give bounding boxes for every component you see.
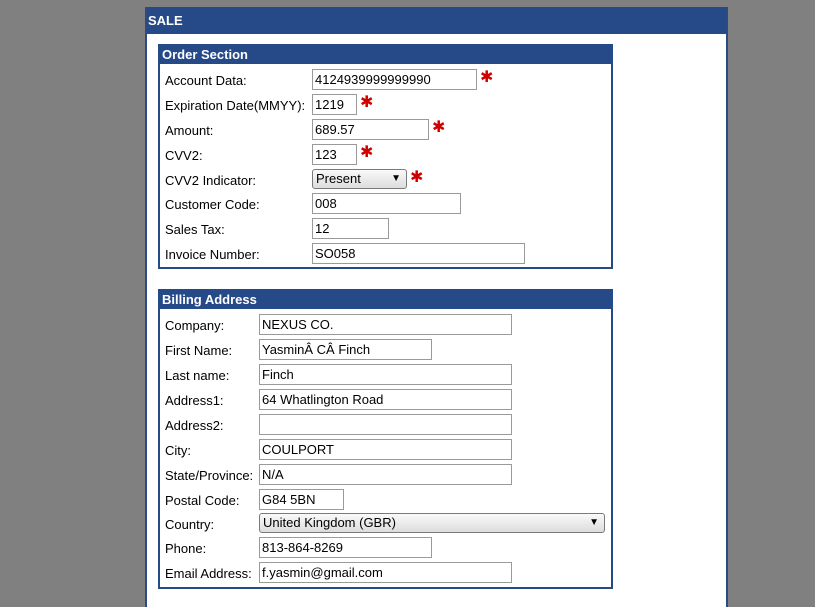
- cvv2-indicator-value: Present: [316, 171, 361, 186]
- row-phone: Phone:: [160, 537, 611, 559]
- order-section: Order Section Account Data: ✱ Expiration…: [158, 44, 613, 269]
- row-amount: Amount: ✱: [160, 119, 611, 141]
- sales-tax-label: Sales Tax:: [165, 222, 225, 237]
- address2-input[interactable]: [259, 414, 512, 435]
- postal-code-label: Postal Code:: [165, 493, 240, 508]
- phone-input[interactable]: [259, 537, 432, 558]
- phone-label: Phone:: [165, 541, 207, 556]
- row-invoice-number: Invoice Number:: [160, 243, 611, 265]
- asterisk-icon: ✱: [410, 169, 424, 186]
- account-data-input[interactable]: [312, 69, 477, 90]
- row-last-name: Last name:: [160, 364, 611, 386]
- amount-label: Amount:: [165, 123, 214, 138]
- postal-code-input[interactable]: [259, 489, 344, 510]
- first-name-label: First Name:: [165, 343, 233, 358]
- customer-code-label: Customer Code:: [165, 197, 260, 212]
- row-cvv2: CVV2: ✱: [160, 144, 611, 166]
- billing-section: Billing Address Company: First Name: Las…: [158, 289, 613, 589]
- account-data-label: Account Data:: [165, 73, 247, 88]
- city-label: City:: [165, 443, 191, 458]
- expiration-input[interactable]: [312, 94, 357, 115]
- order-section-title: Order Section: [160, 46, 611, 64]
- customer-code-input[interactable]: [312, 193, 461, 214]
- row-customer-code: Customer Code:: [160, 193, 611, 215]
- first-name-input[interactable]: [259, 339, 432, 360]
- email-label: Email Address:: [165, 566, 252, 581]
- row-country: Country: United Kingdom (GBR) ▼: [160, 513, 611, 535]
- row-state: State/Province:: [160, 464, 611, 486]
- asterisk-icon: ✱: [360, 94, 374, 111]
- company-label: Company:: [165, 318, 225, 333]
- last-name-label: Last name:: [165, 368, 230, 383]
- last-name-input[interactable]: [259, 364, 512, 385]
- country-label: Country:: [165, 517, 215, 532]
- billing-section-title: Billing Address: [160, 291, 611, 309]
- address1-label: Address1:: [165, 393, 224, 408]
- asterisk-icon: ✱: [480, 69, 494, 86]
- invoice-number-input[interactable]: [312, 243, 525, 264]
- row-expiration: Expiration Date(MMYY): ✱: [160, 94, 611, 116]
- country-select[interactable]: United Kingdom (GBR) ▼: [259, 513, 605, 533]
- address2-label: Address2:: [165, 418, 224, 433]
- invoice-number-label: Invoice Number:: [165, 247, 260, 262]
- row-cvv2-indicator: CVV2 Indicator: Present ▼ ✱: [160, 169, 611, 191]
- asterisk-icon: ✱: [432, 119, 446, 136]
- expiration-label: Expiration Date(MMYY):: [165, 98, 306, 113]
- email-input[interactable]: [259, 562, 512, 583]
- row-postal-code: Postal Code:: [160, 489, 611, 511]
- address1-input[interactable]: [259, 389, 512, 410]
- cvv2-indicator-select[interactable]: Present ▼: [312, 169, 407, 189]
- row-email: Email Address:: [160, 562, 611, 584]
- cvv2-indicator-label: CVV2 Indicator:: [165, 173, 257, 188]
- cvv2-input[interactable]: [312, 144, 357, 165]
- chevron-down-icon: ▼: [391, 173, 401, 184]
- panel-title: SALE: [147, 7, 726, 34]
- row-company: Company:: [160, 314, 611, 336]
- row-account-data: Account Data: ✱: [160, 69, 611, 91]
- row-address1: Address1:: [160, 389, 611, 411]
- state-input[interactable]: [259, 464, 512, 485]
- amount-input[interactable]: [312, 119, 429, 140]
- state-label: State/Province:: [165, 468, 254, 483]
- row-address2: Address2:: [160, 414, 611, 436]
- country-value: United Kingdom (GBR): [263, 515, 396, 530]
- row-city: City:: [160, 439, 611, 461]
- row-first-name: First Name:: [160, 339, 611, 361]
- row-sales-tax: Sales Tax:: [160, 218, 611, 240]
- sale-panel: SALE Order Section Account Data: ✱ Expir…: [145, 7, 728, 607]
- city-input[interactable]: [259, 439, 512, 460]
- company-input[interactable]: [259, 314, 512, 335]
- sales-tax-input[interactable]: [312, 218, 389, 239]
- cvv2-label: CVV2:: [165, 148, 203, 163]
- chevron-down-icon: ▼: [589, 517, 599, 528]
- asterisk-icon: ✱: [360, 144, 374, 161]
